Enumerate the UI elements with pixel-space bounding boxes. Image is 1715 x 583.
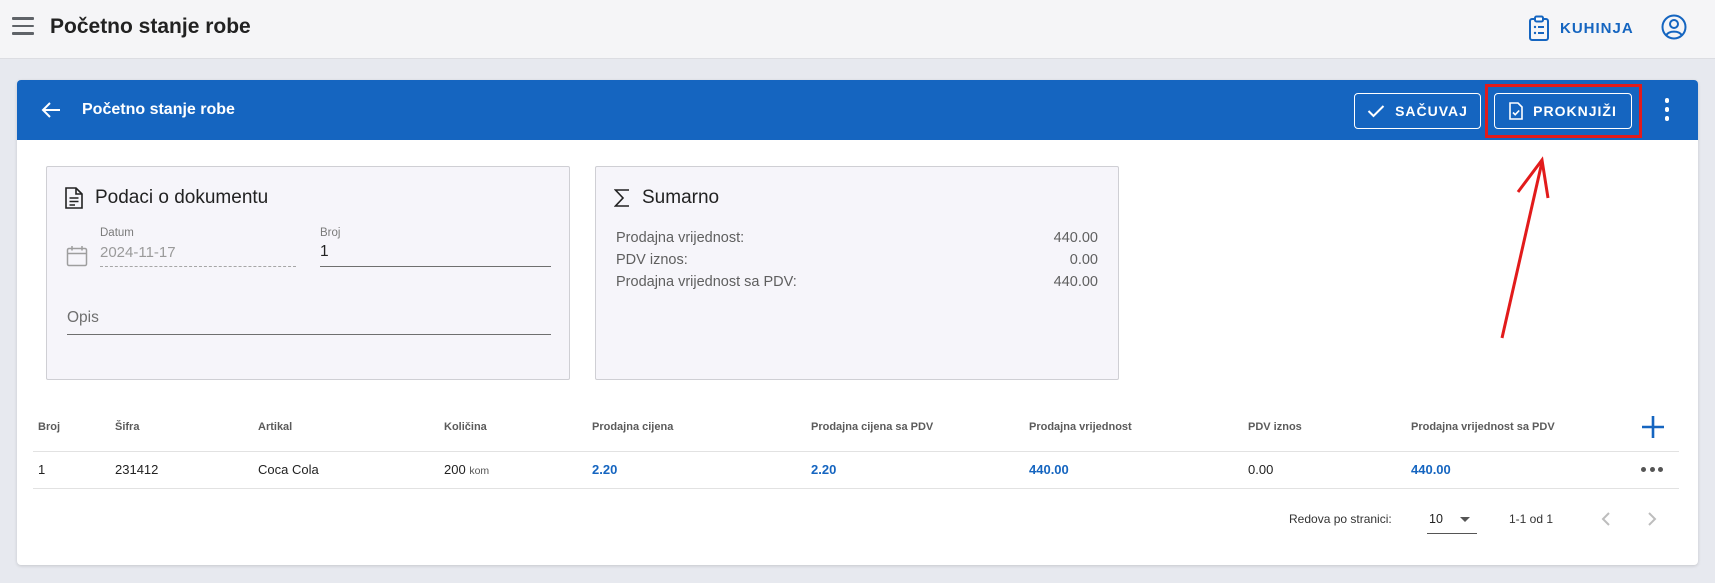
column-header-sifra[interactable]: Šifra [115,421,139,433]
summary-row: Prodajna vrijednost: 440.00 [616,230,1098,246]
column-header-artikal[interactable]: Artikal [258,421,292,433]
rows-per-page-value: 10 [1429,512,1443,526]
document-card: Početno stanje robe SAČUVAJ PROKNJIŽI Po… [17,80,1698,565]
card-header: Početno stanje robe SAČUVAJ PROKNJIŽI [17,80,1698,140]
date-field-underline [100,266,296,267]
summary-panel: Sumarno Prodajna vrijednost: 440.00 PDV … [595,166,1119,380]
summary-row-value: 440.00 [1053,230,1098,246]
document-panel: Podaci o dokumentu Datum 2024-11-17 Broj… [46,166,570,380]
check-icon [1367,105,1385,118]
save-button-label: SAČUVAJ [1395,103,1468,119]
more-vertical-icon[interactable] [1661,98,1673,124]
column-header-broj[interactable]: Broj [38,421,60,433]
document-panel-title: Podaci o dokumentu [95,187,269,208]
plus-icon[interactable] [1640,414,1666,440]
summary-row-value: 440.00 [1053,274,1098,290]
clipboard-list-icon [1529,15,1549,41]
document-icon [65,187,83,209]
table-row-divider [33,488,1679,489]
column-header-pdv-iznos[interactable]: PDV iznos [1248,421,1302,433]
post-button[interactable]: PROKNJIŽI [1494,93,1632,129]
summary-row-label: PDV iznos: [616,252,688,268]
date-label: Datum [100,227,134,239]
document-panel-header: Podaci o dokumentu [65,187,268,209]
sigma-icon [614,189,629,207]
column-header-prodajna-vrijednost-pdv[interactable]: Prodajna vrijednost sa PDV [1411,421,1555,433]
summary-row-label: Prodajna vrijednost sa PDV: [616,274,797,290]
date-field[interactable]: 2024-11-17 [100,244,176,261]
account-circle-icon[interactable] [1660,13,1688,41]
card-title: Početno stanje robe [82,101,235,118]
summary-row-value: 0.00 [1069,252,1098,268]
summary-panel-header: Sumarno [614,187,719,209]
kuhinja-button[interactable]: KUHINJA [1528,12,1634,44]
rows-per-page-label: Redova po stranici: [1289,512,1392,526]
save-button[interactable]: SAČUVAJ [1354,93,1481,129]
column-header-kolicina[interactable]: Količina [444,421,487,433]
cell-kolicina-unit: kom [469,465,490,477]
arrow-left-icon[interactable] [39,98,63,122]
post-button-label: PROKNJIŽI [1533,103,1617,119]
caret-down-icon [1460,517,1470,522]
page-title: Početno stanje robe [50,15,251,38]
summary-row: PDV iznos: 0.00 [616,252,1098,268]
cell-prodajna-vrijednost-pdv[interactable]: 440.00 [1411,462,1451,477]
description-field[interactable]: Opis [67,309,99,327]
number-field[interactable]: 1 [320,243,329,261]
cell-artikal: Coca Cola [258,462,319,477]
document-check-icon [1509,102,1523,120]
next-page-button[interactable] [1637,504,1667,534]
hamburger-icon[interactable] [12,17,34,37]
cell-prodajna-vrijednost[interactable]: 440.00 [1029,462,1069,477]
cell-kolicina: 200 kom [444,462,489,477]
column-header-prodajna-cijena-pdv[interactable]: Prodajna cijena sa PDV [811,421,933,433]
cell-prodajna-cijena[interactable]: 2.20 [592,462,617,477]
summary-row-label: Prodajna vrijednost: [616,230,745,246]
app-bar: Početno stanje robe KUHINJA [0,0,1715,59]
pagination-range: 1-1 od 1 [1509,512,1554,526]
cell-prodajna-cijena-pdv[interactable]: 2.20 [811,462,836,477]
rows-per-page-select[interactable]: 10 [1427,504,1477,534]
summary-row: Prodajna vrijednost sa PDV: 440.00 [616,274,1098,290]
table-header-divider [33,451,1679,452]
chevron-left-icon [1601,512,1610,526]
chevron-right-icon [1648,512,1657,526]
kuhinja-label: KUHINJA [1560,19,1634,37]
number-field-underline [320,266,551,267]
description-field-underline [67,334,551,335]
prev-page-button[interactable] [1591,504,1621,534]
number-label: Broj [320,227,341,239]
column-header-prodajna-cijena[interactable]: Prodajna cijena [592,421,673,433]
cell-sifra: 231412 [115,462,159,477]
calendar-icon[interactable] [66,245,88,267]
more-horizontal-icon[interactable] [1641,462,1663,476]
cell-broj: 1 [38,462,46,477]
summary-panel-title: Sumarno [642,187,720,208]
cell-pdv-iznos: 0.00 [1248,462,1274,477]
column-header-prodajna-vrijednost[interactable]: Prodajna vrijednost [1029,421,1132,433]
cell-kolicina-value: 200 [444,462,466,477]
